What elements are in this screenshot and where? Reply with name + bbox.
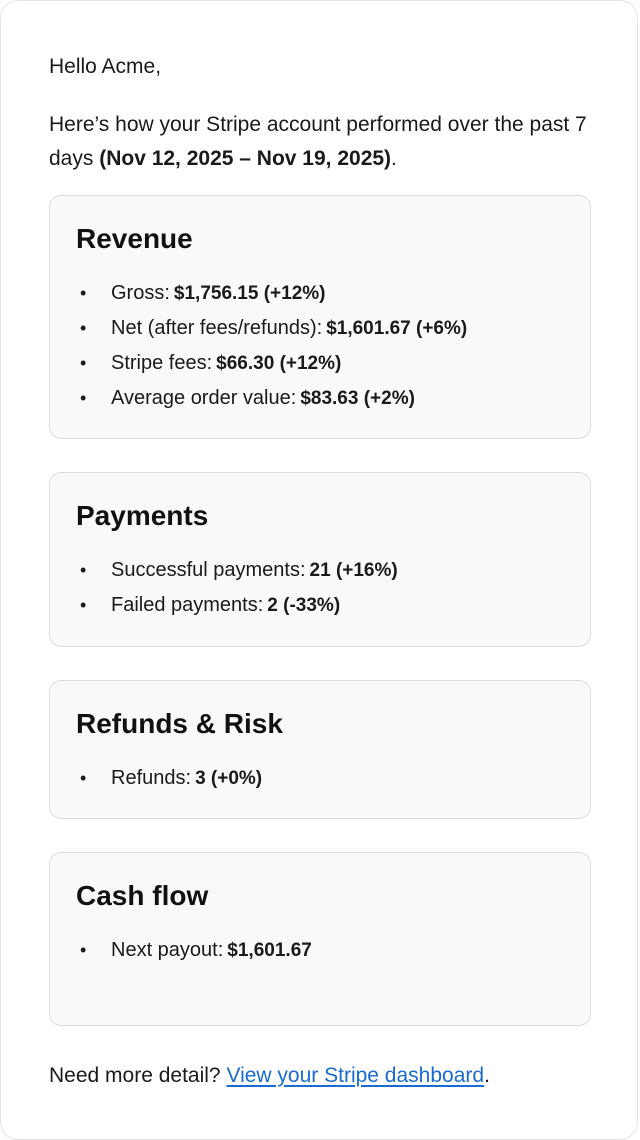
metric-value: $83.63 (+2%) — [300, 388, 415, 409]
list-item: • Average order value: $83.63 (+2%) — [76, 381, 467, 416]
cashflow-title: Cash flow — [76, 880, 209, 911]
greeting-name: Acme, — [101, 55, 162, 78]
metric-label: Average order value: — [111, 387, 297, 409]
metric-value: $1,601.67 — [227, 940, 312, 961]
refunds-card: Refunds & Risk • Refunds: 3 (+0%) — [49, 680, 591, 819]
metric-value: $1,756.15 (+12%) — [173, 283, 326, 304]
dashboard-link[interactable]: View your Stripe dashboard — [226, 1064, 484, 1087]
footer-question: Need more detail? — [49, 1064, 221, 1087]
metric-label: Next payout: — [111, 939, 224, 961]
bullet: • — [80, 940, 87, 960]
bullet: • — [80, 353, 87, 373]
list-item: • Successful payments: 21 (+16%) — [76, 553, 398, 588]
metric-value: $66.30 (+12%) — [216, 353, 342, 374]
cashflow-card: Cash flow • Next payout: $1,601.67 — [49, 852, 591, 1026]
intro-period: . — [391, 147, 397, 170]
intro-date-range: (Nov 12, 2025 – Nov 19, 2025) — [99, 147, 392, 170]
bullet: • — [80, 768, 87, 788]
refunds-title: Refunds & Risk — [76, 708, 283, 739]
bullet: • — [80, 283, 87, 303]
greeting: Hello Acme, — [49, 52, 161, 82]
metric-value: 3 (+0%) — [195, 768, 263, 789]
list-item: • Stripe fees: $66.30 (+12%) — [76, 346, 467, 381]
metric-value: $1,601.67 (+6%) — [326, 318, 468, 339]
payments-card: Payments • Successful payments: 21 (+16%) … — [49, 472, 591, 647]
metric-value: 21 (+16%) — [309, 560, 398, 581]
metric-label: Gross: — [111, 282, 170, 304]
intro-paragraph: Here’s how your Stripe account performed… — [49, 108, 591, 176]
list-item: • Failed payments: 2 (-33%) — [76, 588, 398, 623]
revenue-list: • Gross: $1,756.15 (+12%) • Net (after fees… — [76, 276, 467, 416]
refunds-list: • Refunds: 3 (+0%) — [76, 761, 262, 796]
metric-label: Failed payments: — [111, 594, 264, 616]
list-item: • Net (after fees/refunds): $1,601.67 (+6%… — [76, 311, 467, 346]
cashflow-list: • Next payout: $1,601.67 — [76, 933, 312, 968]
metric-label: Successful payments: — [111, 559, 306, 581]
greeting-hello: Hello — [49, 55, 97, 78]
revenue-title: Revenue — [76, 223, 193, 254]
bullet: • — [80, 560, 87, 580]
metric-label: Stripe fees: — [111, 352, 213, 374]
bullet: • — [80, 595, 87, 615]
metric-label: Refunds: — [111, 767, 192, 789]
bullet: • — [80, 318, 87, 338]
payments-title: Payments — [76, 500, 209, 531]
bullet: • — [80, 388, 87, 408]
metric-value: 2 (-33%) — [267, 595, 341, 616]
metric-label: Net (after fees/refunds): — [111, 317, 323, 339]
list-item: • Gross: $1,756.15 (+12%) — [76, 276, 467, 311]
list-item: • Refunds: 3 (+0%) — [76, 761, 262, 796]
list-item: • Next payout: $1,601.67 — [76, 933, 312, 968]
revenue-card: Revenue • Gross: $1,756.15 (+12%) • Net (af… — [49, 195, 591, 439]
footer-period: . — [484, 1064, 490, 1087]
payments-list: • Successful payments: 21 (+16%) • Failed p… — [76, 553, 398, 623]
footer-line: Need more detail? View your Stripe dashb… — [49, 1061, 490, 1091]
